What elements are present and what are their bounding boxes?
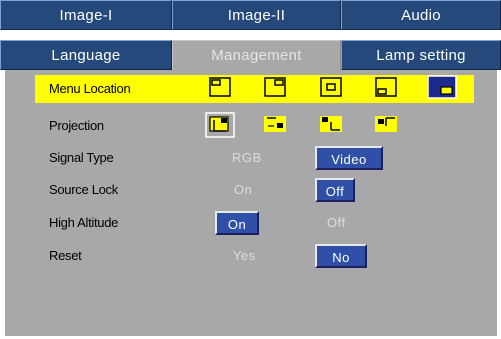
high-altitude-label: High Altitude bbox=[49, 215, 119, 230]
osd-menu: Image-I Image-II Audio Language Manageme… bbox=[0, 0, 501, 339]
projection-label: Projection bbox=[49, 118, 104, 133]
menu-location-row[interactable]: Menu Location bbox=[35, 75, 474, 103]
menu-position-top-right-icon[interactable] bbox=[264, 77, 286, 97]
source-lock-off-option[interactable]: Off bbox=[315, 178, 355, 202]
source-lock-row[interactable]: Source Lock On Off bbox=[35, 176, 474, 204]
tab-row-1: Image-I Image-II Audio bbox=[0, 0, 501, 30]
menu-position-bottom-right-icon[interactable] bbox=[427, 75, 457, 99]
tab-gap bbox=[0, 30, 501, 40]
tab-lamp-setting[interactable]: Lamp setting bbox=[341, 40, 501, 70]
tab-management[interactable]: Management bbox=[172, 40, 341, 70]
front-desktop-icon[interactable] bbox=[205, 112, 235, 138]
source-lock-on-option[interactable]: On bbox=[234, 178, 252, 202]
menu-position-center-icon[interactable] bbox=[320, 77, 342, 97]
menu-location-label: Menu Location bbox=[49, 81, 131, 96]
tab-image-2[interactable]: Image-II bbox=[172, 0, 341, 30]
reset-label: Reset bbox=[49, 248, 82, 263]
high-altitude-on-option[interactable]: On bbox=[215, 211, 259, 235]
signal-type-label: Signal Type bbox=[49, 150, 114, 165]
front-ceiling-icon[interactable] bbox=[320, 114, 342, 134]
tab-image-1[interactable]: Image-I bbox=[0, 0, 172, 30]
projection-row[interactable]: Projection bbox=[35, 112, 474, 140]
rear-ceiling-icon[interactable] bbox=[375, 114, 397, 134]
tab-row-2: Language Management Lamp setting bbox=[0, 40, 501, 70]
high-altitude-off-option[interactable]: Off bbox=[327, 211, 346, 235]
reset-yes-option[interactable]: Yes bbox=[233, 244, 256, 268]
management-panel: Menu Location Projection Signal Type RGB… bbox=[5, 70, 497, 336]
tab-audio[interactable]: Audio bbox=[341, 0, 501, 30]
menu-position-bottom-left-icon[interactable] bbox=[375, 77, 397, 97]
rear-desktop-icon[interactable] bbox=[264, 114, 286, 134]
signal-type-video-option[interactable]: Video bbox=[315, 146, 383, 170]
signal-type-row[interactable]: Signal Type RGB Video bbox=[35, 144, 474, 172]
source-lock-label: Source Lock bbox=[49, 182, 118, 197]
menu-position-top-left-icon[interactable] bbox=[209, 77, 231, 97]
signal-type-rgb-option[interactable]: RGB bbox=[232, 146, 262, 170]
reset-row[interactable]: Reset Yes No bbox=[35, 242, 474, 270]
high-altitude-row[interactable]: High Altitude On Off bbox=[35, 209, 474, 237]
reset-no-option[interactable]: No bbox=[315, 244, 367, 268]
tab-language[interactable]: Language bbox=[0, 40, 172, 70]
